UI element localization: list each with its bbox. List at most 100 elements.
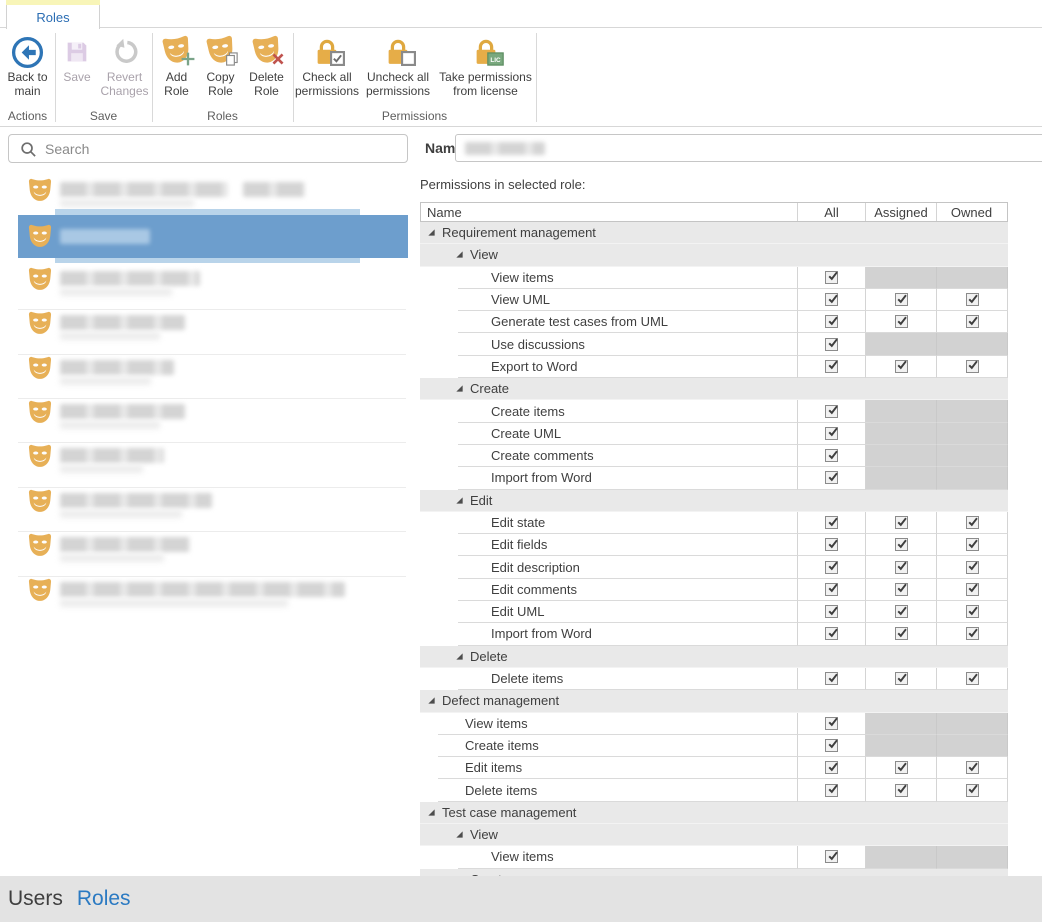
permission-item-row[interactable]: Import from Word xyxy=(420,623,1008,645)
column-header-owned[interactable]: Owned xyxy=(937,203,1006,221)
permission-group-row[interactable]: Requirement management xyxy=(420,222,1008,244)
role-list-item[interactable] xyxy=(0,220,414,264)
role-list-item[interactable] xyxy=(0,442,414,486)
checked-checkbox[interactable] xyxy=(966,583,979,596)
permission-item-row[interactable]: Delete items xyxy=(420,668,1008,690)
permission-checkbox-cell-owned[interactable] xyxy=(937,579,1008,601)
permission-item-row[interactable]: Create comments xyxy=(420,445,1008,467)
permission-item-row[interactable]: Generate test cases from UML xyxy=(420,311,1008,333)
checked-checkbox[interactable] xyxy=(825,516,838,529)
checked-checkbox[interactable] xyxy=(825,293,838,306)
permission-checkbox-cell-owned[interactable] xyxy=(937,356,1008,378)
checked-checkbox[interactable] xyxy=(825,583,838,596)
footer-roles-link[interactable]: Roles xyxy=(77,887,131,911)
role-list-item[interactable] xyxy=(0,531,414,575)
permission-checkbox-cell-owned[interactable] xyxy=(937,757,1008,779)
permission-group-row[interactable]: Create xyxy=(420,378,1008,400)
take-permissions-from-license-button[interactable]: LIC Take permissions from license xyxy=(437,32,534,98)
permission-checkbox-cell-owned[interactable] xyxy=(937,556,1008,578)
permission-item-row[interactable]: View items xyxy=(420,713,1008,735)
checked-checkbox[interactable] xyxy=(966,761,979,774)
checked-checkbox[interactable] xyxy=(966,561,979,574)
checked-checkbox[interactable] xyxy=(895,538,908,551)
checked-checkbox[interactable] xyxy=(895,315,908,328)
checked-checkbox[interactable] xyxy=(825,405,838,418)
expander-icon[interactable] xyxy=(455,830,464,839)
search-input[interactable] xyxy=(43,136,401,161)
permission-checkbox-cell-all[interactable] xyxy=(798,757,866,779)
checked-checkbox[interactable] xyxy=(966,315,979,328)
permission-group-row[interactable]: Test case management xyxy=(420,802,1008,824)
permission-checkbox-cell-all[interactable] xyxy=(798,512,866,534)
checked-checkbox[interactable] xyxy=(895,672,908,685)
permission-item-row[interactable]: Create UML xyxy=(420,423,1008,445)
permission-checkbox-cell-all[interactable] xyxy=(798,601,866,623)
checked-checkbox[interactable] xyxy=(825,761,838,774)
check-all-permissions-button[interactable]: Check all permissions xyxy=(295,32,359,98)
permission-item-row[interactable]: Edit state xyxy=(420,512,1008,534)
checked-checkbox[interactable] xyxy=(825,605,838,618)
checked-checkbox[interactable] xyxy=(825,850,838,863)
permission-item-row[interactable]: Use discussions xyxy=(420,333,1008,355)
expander-icon[interactable] xyxy=(427,696,436,705)
permission-checkbox-cell-all[interactable] xyxy=(798,623,866,645)
expander-icon[interactable] xyxy=(427,228,436,237)
save-button[interactable]: Save xyxy=(56,32,98,98)
permission-checkbox-cell-owned[interactable] xyxy=(937,623,1008,645)
permission-checkbox-cell-all[interactable] xyxy=(798,445,866,467)
checked-checkbox[interactable] xyxy=(825,427,838,440)
permission-group-row[interactable]: Delete xyxy=(420,646,1008,668)
permission-checkbox-cell-all[interactable] xyxy=(798,267,866,289)
permission-item-row[interactable]: Edit fields xyxy=(420,534,1008,556)
permission-checkbox-cell-all[interactable] xyxy=(798,311,866,333)
checked-checkbox[interactable] xyxy=(825,471,838,484)
copy-role-button[interactable]: Copy Role xyxy=(199,32,243,98)
column-header-assigned[interactable]: Assigned xyxy=(866,203,937,221)
checked-checkbox[interactable] xyxy=(895,627,908,640)
permission-checkbox-cell-assigned[interactable] xyxy=(866,623,937,645)
uncheck-all-permissions-button[interactable]: Uncheck all permissions xyxy=(359,32,437,98)
checked-checkbox[interactable] xyxy=(825,338,838,351)
delete-role-button[interactable]: Delete Role xyxy=(243,32,291,98)
add-role-button[interactable]: Add Role xyxy=(155,32,199,98)
permission-checkbox-cell-owned[interactable] xyxy=(937,289,1008,311)
permission-checkbox-cell-assigned[interactable] xyxy=(866,311,937,333)
permission-checkbox-cell-all[interactable] xyxy=(798,668,866,690)
permission-group-row[interactable]: Defect management xyxy=(420,690,1008,712)
expander-icon[interactable] xyxy=(455,496,464,505)
checked-checkbox[interactable] xyxy=(895,516,908,529)
permission-item-row[interactable]: Create items xyxy=(420,735,1008,757)
permission-checkbox-cell-assigned[interactable] xyxy=(866,779,937,801)
role-list-item[interactable] xyxy=(0,354,414,398)
permission-group-row[interactable]: Create xyxy=(420,869,1008,876)
permission-checkbox-cell-owned[interactable] xyxy=(937,779,1008,801)
column-header-all[interactable]: All xyxy=(798,203,866,221)
role-list-item[interactable] xyxy=(0,576,414,620)
checked-checkbox[interactable] xyxy=(895,784,908,797)
role-list-item[interactable] xyxy=(0,309,414,353)
checked-checkbox[interactable] xyxy=(825,360,838,373)
permission-item-row[interactable]: Edit comments xyxy=(420,579,1008,601)
permission-item-row[interactable]: Edit description xyxy=(420,556,1008,578)
checked-checkbox[interactable] xyxy=(895,561,908,574)
checked-checkbox[interactable] xyxy=(966,516,979,529)
permission-item-row[interactable]: View UML xyxy=(420,289,1008,311)
checked-checkbox[interactable] xyxy=(966,784,979,797)
expander-icon[interactable] xyxy=(427,808,436,817)
checked-checkbox[interactable] xyxy=(825,561,838,574)
checked-checkbox[interactable] xyxy=(825,449,838,462)
checked-checkbox[interactable] xyxy=(966,293,979,306)
permission-item-row[interactable]: Export to Word xyxy=(420,356,1008,378)
permission-checkbox-cell-assigned[interactable] xyxy=(866,356,937,378)
column-header-name[interactable]: Name xyxy=(421,203,798,221)
permission-checkbox-cell-assigned[interactable] xyxy=(866,534,937,556)
permission-checkbox-cell-assigned[interactable] xyxy=(866,512,937,534)
checked-checkbox[interactable] xyxy=(825,717,838,730)
checked-checkbox[interactable] xyxy=(825,672,838,685)
permission-checkbox-cell-assigned[interactable] xyxy=(866,556,937,578)
permission-checkbox-cell-all[interactable] xyxy=(798,735,866,757)
permission-checkbox-cell-all[interactable] xyxy=(798,289,866,311)
checked-checkbox[interactable] xyxy=(825,627,838,640)
permission-checkbox-cell-all[interactable] xyxy=(798,333,866,355)
checked-checkbox[interactable] xyxy=(825,271,838,284)
